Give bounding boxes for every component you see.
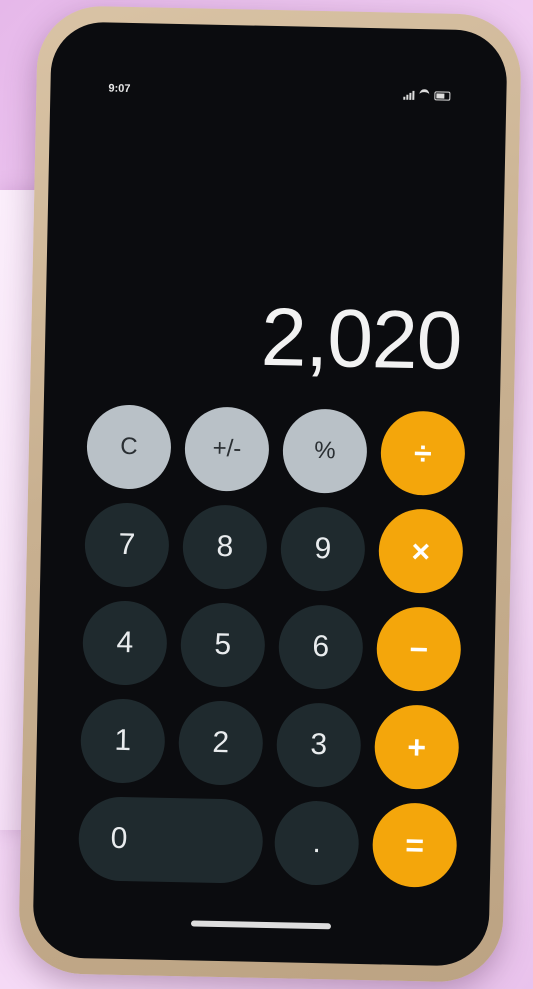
sign-toggle-button[interactable]: +/-	[184, 406, 270, 492]
keypad: C +/- % ÷ 7 8 9 × 4 5 6 − 1 2 3 + 0 . =	[77, 404, 468, 888]
digit-4-button[interactable]: 4	[81, 600, 168, 686]
digit-7-button[interactable]: 7	[84, 502, 170, 588]
digit-1-button[interactable]: 1	[79, 698, 166, 784]
divide-button[interactable]: ÷	[380, 410, 466, 497]
battery-icon	[434, 91, 451, 101]
equals-button[interactable]: =	[371, 802, 458, 888]
status-icons	[403, 89, 451, 101]
digit-8-button[interactable]: 8	[182, 504, 268, 590]
digit-2-button[interactable]: 2	[177, 700, 264, 786]
calculator-screen: 9:07 2,020 C +/- % ÷ 7 8 9 × 4 5 6 − 1 2…	[32, 21, 508, 967]
digit-6-button[interactable]: 6	[277, 604, 364, 690]
digit-5-button[interactable]: 5	[179, 602, 266, 688]
percent-button[interactable]: %	[282, 408, 368, 495]
calculator-display: 2,020	[260, 291, 463, 387]
decimal-button[interactable]: .	[273, 800, 360, 886]
home-indicator[interactable]	[190, 920, 332, 930]
wifi-icon	[419, 89, 430, 101]
clear-button[interactable]: C	[86, 404, 172, 490]
status-time: 9:07	[108, 82, 131, 95]
add-button[interactable]: +	[373, 704, 460, 790]
digit-3-button[interactable]: 3	[275, 702, 362, 788]
status-bar: 9:07	[90, 82, 468, 106]
signal-icon	[403, 90, 415, 100]
phone-frame: 9:07 2,020 C +/- % ÷ 7 8 9 × 4 5 6 − 1 2…	[17, 5, 523, 983]
multiply-button[interactable]: ×	[377, 508, 464, 595]
subtract-button[interactable]: −	[375, 606, 462, 693]
digit-0-button[interactable]: 0	[77, 796, 264, 884]
digit-9-button[interactable]: 9	[279, 506, 366, 592]
